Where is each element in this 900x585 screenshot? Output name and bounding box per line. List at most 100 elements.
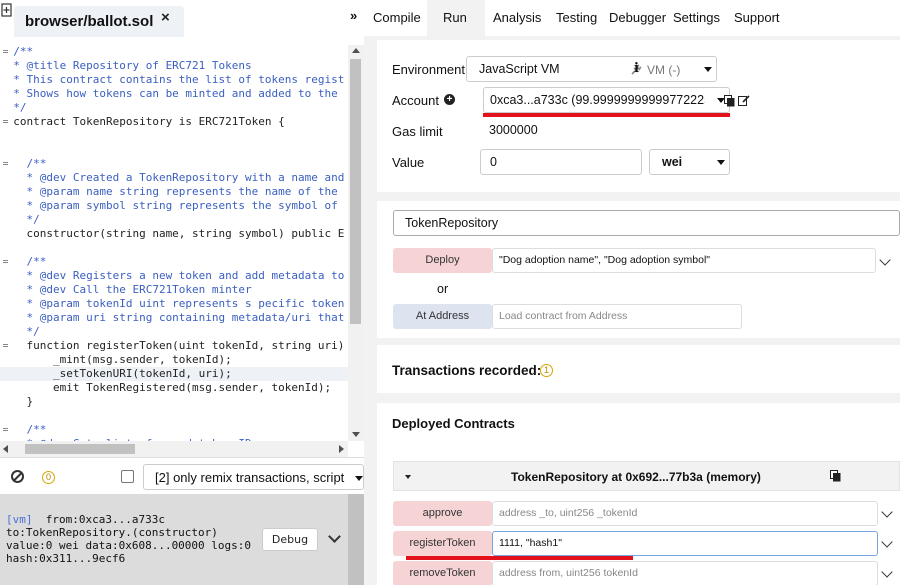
info-icon[interactable]: i	[634, 61, 639, 76]
contract-select[interactable]: TokenRepository	[393, 210, 900, 236]
run-panel: » Compile Run Analysis Testing Debugger …	[350, 0, 900, 585]
contract-instance-title: TokenRepository at 0x692...77b3a (memory…	[511, 470, 761, 484]
code-line: */	[0, 325, 40, 338]
terminal-output: [vm] from:0xca3...a733c to:TokenReposito…	[0, 494, 348, 585]
environment-value: JavaScript VM	[479, 62, 560, 76]
add-account-icon[interactable]: +	[444, 94, 455, 105]
deploy-button[interactable]: Deploy	[393, 248, 492, 273]
code-line: * @param tokenId uint represents s pecif…	[0, 297, 345, 310]
code-editor[interactable]: /** * @title Repository of ERC721 Tokens…	[0, 45, 348, 441]
gas-limit-label: Gas limit	[392, 124, 443, 139]
copy-icon[interactable]	[830, 470, 841, 482]
copy-icon[interactable]	[724, 95, 735, 107]
editor-horizontal-scrollbar[interactable]	[0, 441, 348, 457]
value-label: Value	[392, 155, 425, 170]
fold-marker-icon[interactable]	[3, 161, 8, 166]
chevron-down-icon[interactable]	[881, 566, 893, 578]
tab-testing[interactable]: Testing	[556, 0, 597, 36]
code-line: function registerToken(uint tokenId, str…	[0, 339, 345, 352]
at-address-button[interactable]: At Address	[393, 304, 492, 329]
chevron-down-icon	[717, 160, 725, 165]
approve-input[interactable]: address _to, uint256 _tokenId	[492, 501, 878, 526]
terminal-scrollbar[interactable]	[348, 494, 364, 585]
code-line: * This contract contains the list of tok…	[0, 73, 345, 86]
contract-name: TokenRepository	[405, 216, 499, 230]
terminal-toolbar: 0 [2] only remix transactions, script	[0, 457, 364, 494]
chevron-down-icon[interactable]	[879, 254, 891, 266]
plus-icon[interactable]	[1, 3, 12, 17]
panel-tabs: » Compile Run Analysis Testing Debugger …	[350, 0, 900, 36]
value-amount: 0	[490, 155, 497, 169]
approve-button[interactable]: approve	[393, 501, 492, 526]
at-address-input[interactable]: Load contract from Address	[492, 304, 742, 329]
register-token-button[interactable]: registerToken	[393, 531, 492, 556]
code-line: */	[0, 213, 40, 226]
tab-compile[interactable]: Compile	[373, 0, 421, 36]
or-label: or	[437, 282, 449, 296]
log-line: to:TokenRepository.(constructor)	[6, 526, 218, 539]
chevron-down-icon[interactable]	[881, 536, 893, 548]
log-line: [vm] from:0xca3...a733c	[6, 513, 165, 526]
tab-settings[interactable]: Settings	[673, 0, 720, 36]
chevron-down-icon	[355, 476, 363, 481]
transactions-recorded-label: Transactions recorded:	[392, 363, 542, 378]
chevron-down-icon[interactable]	[328, 530, 341, 543]
gas-limit-input[interactable]: 3000000	[479, 118, 730, 144]
deployed-contracts-label: Deployed Contracts	[392, 416, 515, 431]
gas-limit-value: 3000000	[489, 123, 538, 137]
file-tab[interactable]: browser/ballot.sol ×	[14, 6, 184, 37]
transaction-filter-select[interactable]: [2] only remix transactions, script	[143, 464, 364, 490]
code-line: * @dev Created a TokenRepository with a …	[0, 171, 345, 184]
fold-marker-icon[interactable]	[3, 259, 8, 264]
fold-marker-icon[interactable]	[3, 119, 8, 124]
clear-console-icon[interactable]	[11, 470, 24, 483]
code-line: * Shows how tokens can be minted and add…	[0, 87, 338, 100]
scroll-left-icon[interactable]	[3, 445, 8, 453]
code-line: * @param name string represents the name…	[0, 185, 338, 198]
scroll-thumb[interactable]	[350, 59, 361, 324]
tab-analysis[interactable]: Analysis	[493, 0, 541, 36]
fold-marker-icon[interactable]	[3, 49, 8, 54]
debug-button[interactable]: Debug	[262, 528, 318, 551]
vm-network-label: VM (-)	[647, 63, 681, 77]
chevron-down-icon	[704, 67, 712, 72]
scroll-up-icon[interactable]	[352, 48, 360, 53]
remove-token-input[interactable]: address from, uint256 tokenId	[492, 561, 878, 585]
code-line: * @param symbol string represents the sy…	[0, 199, 338, 212]
annotation-underline	[483, 113, 730, 117]
contract-instance-header[interactable]: TokenRepository at 0x692...77b3a (memory…	[393, 461, 900, 491]
account-select[interactable]: 0xca3...a733c (99.99999999999772225	[483, 87, 730, 113]
code-line: _mint(msg.sender, tokenId);	[0, 353, 232, 366]
chevron-down-icon[interactable]	[881, 506, 893, 518]
tab-run[interactable]: Run	[427, 0, 485, 36]
vm-tag: [vm]	[6, 513, 33, 526]
code-line: _setTokenURI(tokenId, uri);	[0, 367, 348, 381]
scroll-right-icon[interactable]	[339, 445, 344, 453]
fold-marker-icon[interactable]	[3, 343, 8, 348]
edit-icon[interactable]	[738, 94, 750, 106]
log-line: value:0 wei data:0x608...00000 logs:0	[6, 539, 252, 552]
tab-debugger[interactable]: Debugger	[609, 0, 666, 36]
editor-vertical-scrollbar[interactable]	[348, 45, 364, 441]
fold-marker-icon[interactable]	[3, 427, 8, 432]
environment-select[interactable]: JavaScript VM VM (-)	[466, 56, 717, 82]
listen-network-checkbox[interactable]	[121, 470, 134, 483]
collapse-icon[interactable]: »	[350, 8, 357, 23]
caret-down-icon[interactable]	[405, 475, 411, 479]
register-token-input[interactable]: 1111, "hash1"	[492, 531, 878, 556]
scroll-down-icon[interactable]	[352, 432, 360, 437]
code-line: * @dev Registers a new token and add met…	[0, 269, 345, 282]
value-unit: wei	[662, 155, 683, 169]
transactions-recorded[interactable]: Transactions recorded: 1	[377, 345, 900, 393]
code-line: }	[0, 395, 34, 408]
close-icon[interactable]: ×	[161, 9, 170, 26]
tab-support[interactable]: Support	[734, 0, 780, 36]
value-input[interactable]: 0	[480, 149, 642, 175]
scroll-thumb[interactable]	[25, 444, 135, 454]
code-line: emit TokenRegistered(msg.sender, tokenId…	[0, 381, 332, 394]
remove-token-button[interactable]: removeToken	[393, 561, 492, 585]
file-tab-label: browser/ballot.sol	[25, 13, 154, 30]
value-unit-select[interactable]: wei	[649, 149, 730, 175]
deploy-args-input[interactable]: "Dog adoption name", "Dog adoption symbo…	[492, 248, 876, 273]
code-line: * @dev Call the ERC721Token minter	[0, 283, 252, 296]
